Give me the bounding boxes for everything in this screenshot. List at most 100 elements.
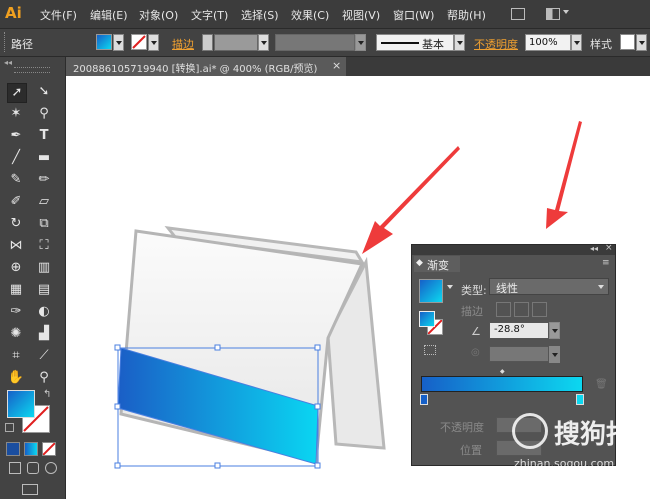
collapse-icon[interactable]: ◂◂ <box>4 58 12 67</box>
scale-tool-icon[interactable]: ⧉ <box>35 215 53 233</box>
stroke-gradient-within-icon[interactable] <box>496 302 511 317</box>
color-mode-icon[interactable] <box>6 442 20 456</box>
gradient-preview-swatch[interactable] <box>419 279 443 303</box>
variable-width-dropdown[interactable] <box>355 34 366 51</box>
type-select[interactable]: 线性 <box>489 278 609 295</box>
style-label: 样式 <box>590 38 612 51</box>
artboard-tool-icon[interactable]: ⌗ <box>7 347 25 365</box>
stroke-weight-dropdown[interactable] <box>258 34 269 51</box>
draw-behind-icon[interactable] <box>27 462 39 474</box>
panel-header-bar: ◂◂ × <box>412 243 615 255</box>
angle-input[interactable]: -28.8° <box>489 322 549 339</box>
brush-dropdown[interactable] <box>454 34 465 51</box>
blend-tool-icon[interactable]: ◐ <box>35 303 53 321</box>
gradient-panel-tab[interactable]: ◆ 渐变 <box>414 256 460 272</box>
trash-icon[interactable]: 🗑 <box>595 379 608 390</box>
line-tool-icon[interactable]: ╱ <box>7 149 25 167</box>
blob-brush-tool-icon[interactable]: ✐ <box>7 193 25 211</box>
gradient-stop-right[interactable] <box>576 394 584 405</box>
menu-edit[interactable]: 编辑(E) <box>90 7 128 23</box>
screen-mode-icon[interactable] <box>22 484 38 495</box>
pen-tool-icon[interactable]: ✒ <box>7 127 25 145</box>
menu-help[interactable]: 帮助(H) <box>447 7 486 23</box>
fill-color-box[interactable] <box>7 390 35 418</box>
opacity-link[interactable]: 不透明度 <box>474 36 518 52</box>
chevron-down-icon <box>598 285 604 289</box>
graphic-style-swatch[interactable] <box>620 34 635 50</box>
close-icon[interactable]: × <box>605 243 613 253</box>
brush-definition-field[interactable]: 基本 <box>376 34 454 51</box>
menu-view[interactable]: 视图(V) <box>342 7 380 23</box>
stroke-swatch[interactable] <box>131 34 147 50</box>
annotation-arrows <box>362 121 582 254</box>
reverse-gradient-icon[interactable] <box>424 345 436 355</box>
close-icon[interactable]: × <box>332 59 341 72</box>
arrange-documents-icon[interactable] <box>546 8 560 20</box>
arrow-left <box>362 146 460 254</box>
gradient-mode-icon[interactable] <box>24 442 38 456</box>
variable-width-field[interactable] <box>275 34 355 51</box>
stroke-label: 描边 <box>461 305 483 318</box>
angle-dropdown[interactable] <box>549 322 560 339</box>
default-colors-icon[interactable] <box>5 423 14 432</box>
rectangle-tool-icon[interactable]: ▬ <box>35 149 53 167</box>
direct-selection-tool-icon[interactable]: ➘ <box>35 83 53 101</box>
document-tab[interactable]: 200886105719940 [转换].ai* @ 400% (RGB/预览)… <box>66 57 346 76</box>
gradient-ramp[interactable] <box>421 376 583 392</box>
column-graph-tool-icon[interactable]: ▟ <box>35 325 53 343</box>
watermark-text: 搜狗指南 <box>554 420 650 450</box>
gradient-tool-icon[interactable]: ▤ <box>35 281 53 299</box>
stroke-gradient-along-icon[interactable] <box>514 302 529 317</box>
collapse-icon[interactable]: ◂◂ <box>590 244 598 253</box>
fill-box[interactable] <box>419 311 435 327</box>
rotate-tool-icon[interactable]: ↻ <box>7 215 25 233</box>
stroke-gradient-across-icon[interactable] <box>532 302 547 317</box>
midpoint-diamond-icon[interactable]: ◆ <box>500 368 505 375</box>
fill-swatch[interactable] <box>96 34 112 50</box>
shape-builder-tool-icon[interactable]: ⊕ <box>7 259 25 277</box>
type-tool-icon[interactable]: T <box>35 127 53 145</box>
fill-dropdown[interactable] <box>113 34 124 51</box>
mesh-tool-icon[interactable]: ▦ <box>7 281 25 299</box>
stroke-dropdown[interactable] <box>148 34 159 51</box>
free-transform-tool-icon[interactable]: ⛶ <box>35 237 53 255</box>
menu-effect[interactable]: 效果(C) <box>291 7 329 23</box>
swap-fill-stroke-icon[interactable]: ↰ <box>43 389 51 400</box>
opacity-input[interactable]: 100% <box>525 34 571 51</box>
width-tool-icon[interactable]: ⋈ <box>7 237 25 255</box>
paintbrush-tool-icon[interactable]: ✎ <box>7 171 25 189</box>
stroke-link[interactable]: 描边 <box>172 36 194 52</box>
stroke-weight-stepper[interactable] <box>202 34 213 51</box>
chevron-down-icon[interactable] <box>447 285 453 289</box>
selection-type-label: 路径 <box>11 38 33 51</box>
menu-type[interactable]: 文字(T) <box>191 7 228 23</box>
draw-normal-icon[interactable] <box>9 462 21 474</box>
perspective-grid-tool-icon[interactable]: ▥ <box>35 259 53 277</box>
none-mode-icon[interactable] <box>42 442 56 456</box>
pencil-tool-icon[interactable]: ✏ <box>35 171 53 189</box>
stroke-weight-field[interactable] <box>214 34 258 51</box>
selection-tool-icon[interactable]: ➚ <box>7 83 27 103</box>
draw-inside-icon[interactable] <box>45 462 57 474</box>
graphic-style-dropdown[interactable] <box>636 34 647 51</box>
symbol-sprayer-tool-icon[interactable]: ✺ <box>7 325 25 343</box>
panel-menu-icon[interactable]: ≡ <box>602 258 610 268</box>
menu-select[interactable]: 选择(S) <box>241 7 279 23</box>
eyedropper-tool-icon[interactable]: ✑ <box>7 303 25 321</box>
magic-wand-tool-icon[interactable]: ✶ <box>7 105 25 123</box>
slice-tool-icon[interactable]: ⟋ <box>35 347 53 365</box>
chevron-down-icon[interactable] <box>563 10 569 14</box>
menu-window[interactable]: 窗口(W) <box>393 7 434 23</box>
opacity-dropdown[interactable] <box>571 34 582 51</box>
type-select-value: 线性 <box>496 282 518 295</box>
zoom-tool-icon[interactable]: ⚲ <box>35 369 53 387</box>
gradient-stop-left[interactable] <box>420 394 428 405</box>
canvas[interactable]: ◂◂ × ◆ 渐变 ≡ 类型: 线性 描边 ∠ -28.8° ◎ ◆ 🗑 不透明… <box>66 76 650 499</box>
menu-file[interactable]: 文件(F) <box>40 7 77 23</box>
menu-object[interactable]: 对象(O) <box>139 7 178 23</box>
hand-tool-icon[interactable]: ✋ <box>7 369 25 387</box>
bridge-icon[interactable] <box>511 8 525 20</box>
panel-toggle-icon[interactable]: ◆ <box>416 258 423 268</box>
lasso-tool-icon[interactable]: ⚲ <box>35 105 53 123</box>
eraser-tool-icon[interactable]: ▱ <box>35 193 53 211</box>
